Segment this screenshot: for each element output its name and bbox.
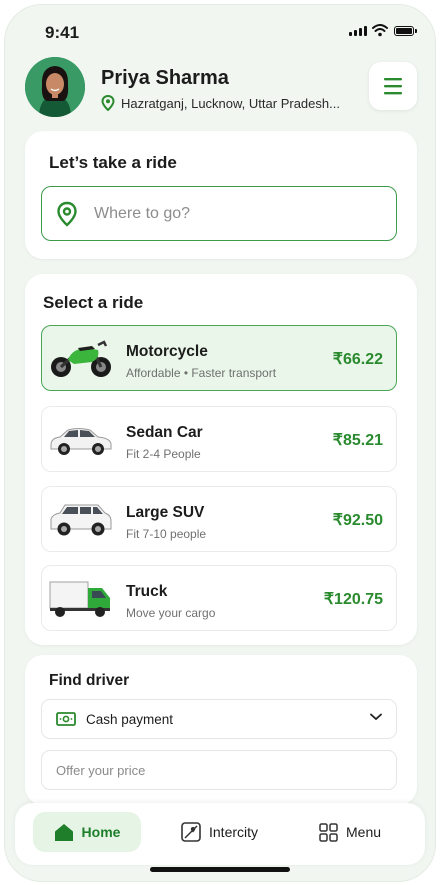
home-indicator — [150, 867, 290, 872]
grid-icon — [319, 822, 338, 842]
nav-home[interactable]: Home — [33, 812, 141, 852]
avatar[interactable] — [25, 57, 85, 117]
nav-menu[interactable]: Menu — [319, 812, 381, 852]
home-icon — [54, 823, 73, 841]
ride-option-sedan[interactable]: Sedan Car Fit 2-4 People ₹85.21 — [41, 406, 397, 472]
status-bar: 9:41 — [5, 5, 435, 59]
ride-name: Motorcycle — [126, 343, 208, 360]
payment-method-select[interactable]: Cash payment — [41, 699, 397, 739]
user-location[interactable]: Hazratganj, Lucknow, Uttar Pradesh... — [101, 95, 340, 111]
hamburger-menu-button[interactable] — [369, 62, 417, 110]
wifi-icon — [372, 24, 388, 37]
find-driver-title: Find driver — [49, 672, 130, 689]
map-icon — [181, 822, 201, 842]
motorcycle-image — [51, 340, 111, 377]
location-text: Hazratganj, Lucknow, Uttar Pradesh... — [121, 95, 340, 111]
sedan-car-image — [50, 428, 112, 455]
hamburger-icon — [384, 78, 402, 95]
ride-option-truck[interactable]: Truck Move your cargo ₹120.75 — [41, 565, 397, 631]
offer-price-placeholder: Offer your price — [56, 763, 146, 778]
destination-search-input[interactable]: Where to go? — [41, 186, 397, 241]
nav-intercity[interactable]: Intercity — [181, 812, 258, 852]
chevron-down-icon — [370, 713, 382, 721]
status-time: 9:41 — [45, 23, 80, 42]
user-name: Priya Sharma — [101, 67, 229, 89]
select-ride-card: Select a ride Motorcycle Affordable • Fa… — [25, 274, 417, 645]
location-pin-icon — [57, 201, 77, 227]
nav-menu-label: Menu — [346, 824, 382, 840]
location-pin-icon — [101, 95, 115, 111]
ride-price: ₹92.50 — [332, 512, 383, 529]
suv-image — [50, 504, 112, 536]
header: Priya Sharma Hazratganj, Lucknow, Uttar … — [5, 57, 435, 127]
ride-description: Move your cargo — [126, 606, 216, 620]
ride-name: Truck — [126, 583, 168, 600]
find-driver-card: Find driver Cash payment Offer your pric… — [25, 655, 417, 805]
phone-screen: 9:41 Priya Sharma Hazratganj, Lucknow, U… — [4, 4, 436, 882]
cash-icon — [56, 712, 76, 726]
take-ride-title: Let’s take a ride — [49, 153, 177, 172]
ride-description: Affordable • Faster transport — [126, 366, 277, 380]
ride-option-motorcycle[interactable]: Motorcycle Affordable • Faster transport… — [41, 325, 397, 391]
ride-option-suv[interactable]: Large SUV Fit 7-10 people ₹92.50 — [41, 486, 397, 552]
ride-description: Fit 2-4 People — [126, 447, 201, 461]
payment-method-label: Cash payment — [86, 711, 174, 727]
ride-price: ₹66.22 — [332, 351, 383, 368]
ride-description: Fit 7-10 people — [126, 527, 207, 541]
ride-name: Large SUV — [126, 504, 205, 521]
take-ride-card: Let’s take a ride Where to go? — [25, 131, 417, 259]
select-ride-title: Select a ride — [43, 293, 144, 312]
signal-icon — [349, 26, 367, 36]
bottom-navigation: Home Intercity Menu — [15, 803, 425, 865]
ride-price: ₹85.21 — [332, 432, 383, 449]
offer-price-input[interactable]: Offer your price — [41, 750, 397, 790]
nav-intercity-label: Intercity — [209, 824, 259, 840]
nav-home-label: Home — [81, 824, 121, 840]
truck-image — [49, 581, 110, 617]
ride-name: Sedan Car — [126, 424, 203, 441]
battery-icon — [394, 26, 417, 36]
destination-placeholder: Where to go? — [94, 204, 191, 222]
ride-price: ₹120.75 — [323, 591, 383, 608]
